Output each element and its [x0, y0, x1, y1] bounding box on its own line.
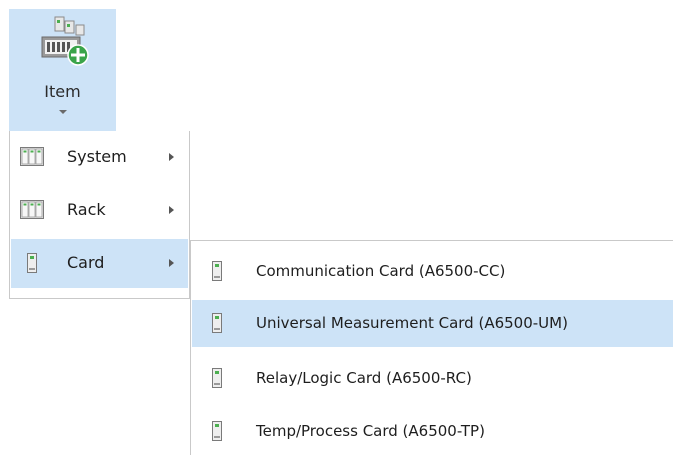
card-icon: [212, 313, 222, 333]
submenu-item-label: Universal Measurement Card (A6500-UM): [256, 314, 568, 332]
chevron-right-icon: [169, 206, 174, 214]
submenu-item-communication-card[interactable]: Communication Card (A6500-CC): [192, 248, 673, 295]
system-grid-icon: [20, 147, 44, 166]
card-icon: [27, 253, 37, 273]
item-menu: System Rack Card: [9, 131, 190, 299]
rack-add-icon: [41, 16, 89, 66]
submenu-item-temp-process-card[interactable]: Temp/Process Card (A6500-TP): [192, 408, 673, 455]
rack-grid-icon: [20, 200, 44, 219]
chevron-down-icon: [58, 110, 67, 114]
item-dropdown-button[interactable]: Item: [9, 9, 116, 131]
item-button-label: Item: [44, 82, 81, 101]
menu-item-card[interactable]: Card: [11, 239, 188, 288]
menu-item-system[interactable]: System: [11, 133, 188, 182]
item-menu-screen: Item System Rack Card Communication Card…: [0, 0, 673, 455]
chevron-right-icon: [169, 153, 174, 161]
card-icon: [212, 261, 222, 281]
card-icon: [212, 421, 222, 441]
submenu-item-label: Relay/Logic Card (A6500-RC): [256, 369, 472, 387]
submenu-item-label: Temp/Process Card (A6500-TP): [256, 422, 485, 440]
menu-item-label: System: [67, 147, 127, 166]
menu-item-rack[interactable]: Rack: [11, 186, 188, 235]
chevron-right-icon: [169, 259, 174, 267]
submenu-item-label: Communication Card (A6500-CC): [256, 262, 506, 280]
menu-item-label: Card: [67, 253, 105, 272]
submenu-item-universal-measurement-card[interactable]: Universal Measurement Card (A6500-UM): [192, 300, 673, 347]
submenu-item-relay-logic-card[interactable]: Relay/Logic Card (A6500-RC): [192, 355, 673, 402]
card-icon: [212, 368, 222, 388]
card-submenu: Communication Card (A6500-CC) Universal …: [190, 240, 673, 455]
menu-item-label: Rack: [67, 200, 106, 219]
